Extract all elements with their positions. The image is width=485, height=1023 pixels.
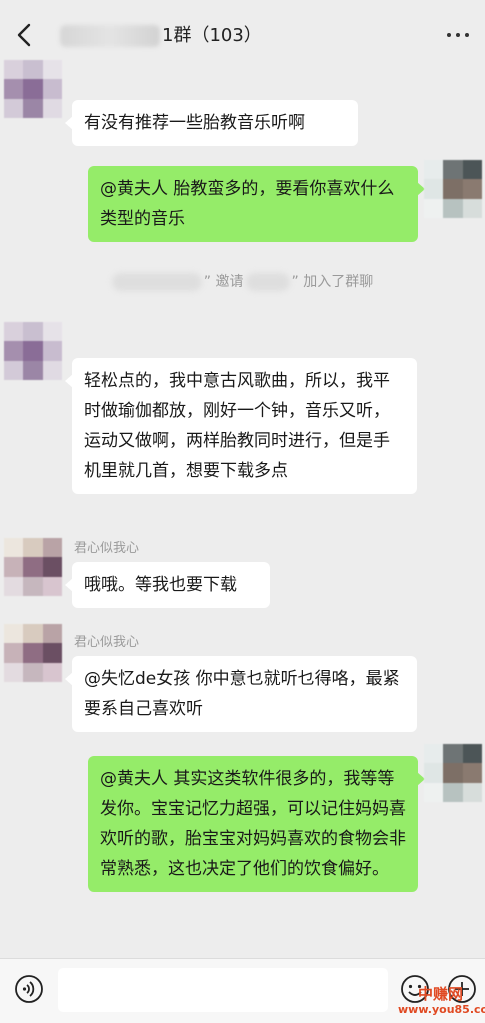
message-bubble[interactable]: @失忆de女孩 你中意乜就听乜得咯，最紧要系自己喜欢听 (65, 656, 417, 732)
avatar[interactable] (4, 322, 62, 380)
message-text: 哦哦。等我也要下载 (84, 575, 237, 595)
avatar[interactable] (4, 624, 62, 682)
chat-title-text: 1群（103） (162, 25, 262, 46)
avatar[interactable] (424, 744, 482, 802)
input-bar (0, 958, 485, 1023)
voice-icon[interactable] (14, 974, 44, 1004)
emoji-icon[interactable] (400, 974, 430, 1004)
message-text: 有没有推荐一些胎教音乐听啊 (84, 113, 305, 133)
chat-header: 1群（103） (0, 0, 485, 70)
chevron-left-icon[interactable] (14, 22, 36, 48)
more-dots-icon[interactable] (445, 24, 471, 46)
message-bubble[interactable]: @黄夫人 胎教蛮多的，要看你喜欢什么类型的音乐 (88, 166, 425, 242)
message-bubble[interactable]: 有没有推荐一些胎教音乐听啊 (65, 100, 358, 146)
message-text: @失忆de女孩 你中意乜就听乜得咯，最紧要系自己喜欢听 (84, 669, 400, 719)
message-input[interactable] (58, 968, 388, 1012)
avatar[interactable] (424, 160, 482, 218)
redacted-group-name (60, 25, 160, 47)
message-text: 轻松点的，我中意古风歌曲，所以，我平时做瑜伽都放，刚好一个钟，音乐又听，运动又做… (84, 371, 390, 481)
message-bubble[interactable]: @黄夫人 其实这类软件很多的，我等等发你。宝宝记忆力超强，可以记住妈妈喜欢听的歌… (88, 756, 425, 892)
message-bubble[interactable]: 轻松点的，我中意古风歌曲，所以，我平时做瑜伽都放，刚好一个钟，音乐又听，运动又做… (65, 358, 417, 494)
message-bubble[interactable]: 哦哦。等我也要下载 (65, 562, 270, 608)
sender-name: 君心似我心 (74, 635, 140, 650)
plus-icon[interactable] (447, 974, 477, 1004)
sender-name: 君心似我心 (74, 541, 140, 556)
avatar[interactable] (4, 60, 62, 118)
message-text: @黄夫人 胎教蛮多的，要看你喜欢什么类型的音乐 (100, 179, 395, 229)
system-message: ” 邀请” 加入了群聊 (0, 268, 485, 296)
redacted-name (111, 273, 202, 291)
message-text: @黄夫人 其实这类软件很多的，我等等发你。宝宝记忆力超强，可以记住妈妈喜欢听的歌… (100, 769, 406, 879)
avatar[interactable] (4, 538, 62, 596)
redacted-name (245, 273, 290, 291)
chat-title: 1群（103） (60, 22, 262, 50)
